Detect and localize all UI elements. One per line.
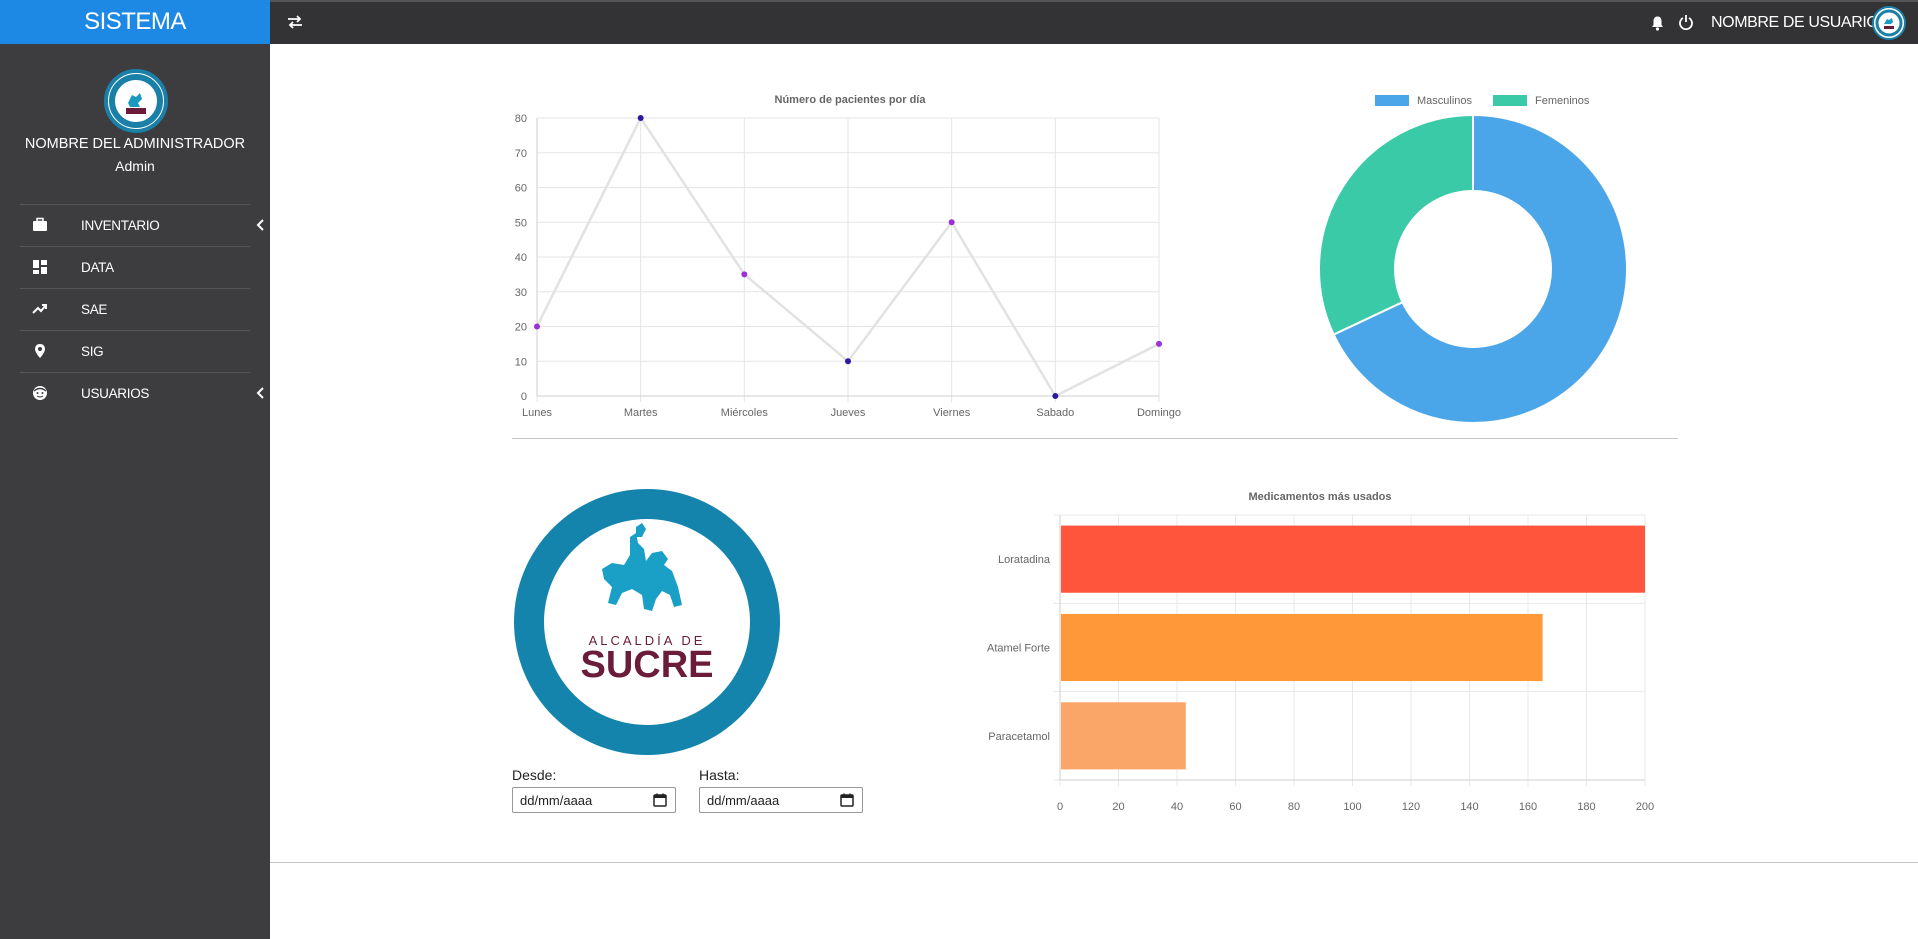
admin-avatar[interactable] xyxy=(104,69,168,133)
data-point xyxy=(845,358,851,365)
chevron-left-icon xyxy=(256,219,264,231)
y-tick-label: 50 xyxy=(515,217,527,229)
date-to-label: Hasta: xyxy=(699,767,740,783)
bar xyxy=(1061,525,1645,593)
legend-label: Femeninos xyxy=(1535,95,1590,107)
data-point xyxy=(1052,393,1059,399)
topbar: NOMBRE DE USUARIO xyxy=(270,0,1918,44)
x-tick-label: Jueves xyxy=(831,407,866,419)
patients-line-chart: 0 10 20 30 40 50 60 70 80 Lunes Martes Miércoles Jue… xyxy=(515,113,1181,419)
power-icon[interactable] xyxy=(1678,14,1694,31)
calendar-icon[interactable] xyxy=(653,793,667,807)
date-from-input[interactable]: dd/mm/aaaa xyxy=(512,787,676,813)
date-from-group: Desde: dd/mm/aaaa xyxy=(512,767,676,813)
y-tick-label: Atamel Forte xyxy=(987,643,1050,655)
donut-slice xyxy=(1318,113,1474,336)
map-pin-icon xyxy=(35,344,45,358)
sidebar-item-sig[interactable]: SIG xyxy=(20,330,250,372)
y-tick-label: Paracetamol xyxy=(988,731,1050,743)
y-tick-label: Loratadina xyxy=(998,554,1051,566)
x-tick-label: 60 xyxy=(1229,801,1241,813)
bar xyxy=(1061,702,1186,770)
sidebar-item-usuarios[interactable]: USUARIOS xyxy=(20,372,264,414)
x-tick-label: Martes xyxy=(624,407,658,419)
logo-main-text: SUCRE xyxy=(580,644,713,686)
data-point xyxy=(534,323,540,330)
medications-bar-chart: 0 20 40 60 80 100 120 140 160 180 200 Loratadina Ata… xyxy=(987,514,1654,813)
sidebar-item-data[interactable]: DATA xyxy=(20,246,250,288)
x-tick-label: Viernes xyxy=(933,407,971,419)
y-tick-label: 30 xyxy=(515,287,527,299)
user-avatar[interactable] xyxy=(1872,6,1906,40)
x-tick-label: Sabado xyxy=(1036,407,1074,419)
dashboard-icon xyxy=(33,260,47,274)
x-tick-label: 160 xyxy=(1519,801,1537,813)
bar xyxy=(1061,613,1543,682)
x-tick-label: 100 xyxy=(1343,801,1361,813)
y-tick-label: 20 xyxy=(515,322,527,334)
sidebar-item-label: SAE xyxy=(81,302,108,317)
y-tick-label: 40 xyxy=(515,252,527,264)
brand-title[interactable]: SISTEMA xyxy=(0,0,270,44)
x-tick-label: 200 xyxy=(1636,801,1654,813)
x-tick-label: Lunes xyxy=(522,407,552,419)
sidebar-item-label: SIG xyxy=(81,344,104,359)
x-tick-label: 140 xyxy=(1460,801,1478,813)
y-tick-label: 0 xyxy=(521,391,527,403)
data-point xyxy=(741,271,748,278)
x-tick-label: 120 xyxy=(1402,801,1420,813)
y-tick-label: 80 xyxy=(515,113,527,125)
calendar-icon[interactable] xyxy=(840,793,854,807)
sidebar-item-label: INVENTARIO xyxy=(81,218,160,233)
swap-arrows-icon[interactable] xyxy=(286,14,304,30)
x-tick-label: 0 xyxy=(1057,801,1063,813)
admin-name: NOMBRE DEL ADMINISTRADOR xyxy=(24,136,246,152)
date-from-placeholder: dd/mm/aaaa xyxy=(520,793,593,808)
y-tick-label: 60 xyxy=(515,183,527,195)
face-icon xyxy=(33,386,47,400)
x-tick-label: 80 xyxy=(1288,801,1300,813)
x-tick-label: Domingo xyxy=(1137,407,1181,419)
x-tick-label: 180 xyxy=(1577,801,1595,813)
date-to-group: Hasta: dd/mm/aaaa xyxy=(699,767,863,813)
x-tick-label: Miércoles xyxy=(721,407,769,419)
x-tick-label: 20 xyxy=(1112,801,1124,813)
briefcase-icon xyxy=(33,217,47,231)
sidebar-item-sae[interactable]: SAE xyxy=(20,288,250,330)
chevron-left-icon xyxy=(256,387,264,399)
username-label[interactable]: NOMBRE DE USUARIO xyxy=(1711,14,1879,32)
y-tick-label: 70 xyxy=(515,148,527,160)
gender-donut-chart: Masculinos Femeninos xyxy=(1318,95,1628,424)
sidebar: SISTEMA NOMBRE DEL ADMINISTRADOR Admin I… xyxy=(0,0,270,939)
sidebar-item-label: USUARIOS xyxy=(81,386,150,401)
bell-icon[interactable] xyxy=(1650,15,1665,31)
date-to-placeholder: dd/mm/aaaa xyxy=(707,793,780,808)
data-point xyxy=(948,219,955,226)
legend-swatch xyxy=(1493,95,1527,106)
sidebar-item-label: DATA xyxy=(81,260,114,275)
x-tick-label: 40 xyxy=(1171,801,1183,813)
divider xyxy=(270,862,1918,863)
date-from-label: Desde: xyxy=(512,767,557,783)
sidebar-item-inventario[interactable]: INVENTARIO xyxy=(20,204,264,246)
data-point xyxy=(1156,340,1162,347)
sidebar-menu: INVENTARIO DATA SAE SIG USUARIOS xyxy=(20,204,264,414)
divider xyxy=(512,438,1678,439)
hospital-logo: HOSPITAL ANA FRANCISCA PÉREZ DE LEÓN ALC… xyxy=(512,487,780,755)
trending-up-icon xyxy=(32,304,47,314)
data-point xyxy=(637,115,644,121)
admin-role: Admin xyxy=(115,158,155,174)
legend-label: Masculinos xyxy=(1417,95,1473,107)
y-tick-label: 10 xyxy=(515,356,527,368)
legend-swatch xyxy=(1375,95,1409,106)
date-to-input[interactable]: dd/mm/aaaa xyxy=(699,787,863,813)
